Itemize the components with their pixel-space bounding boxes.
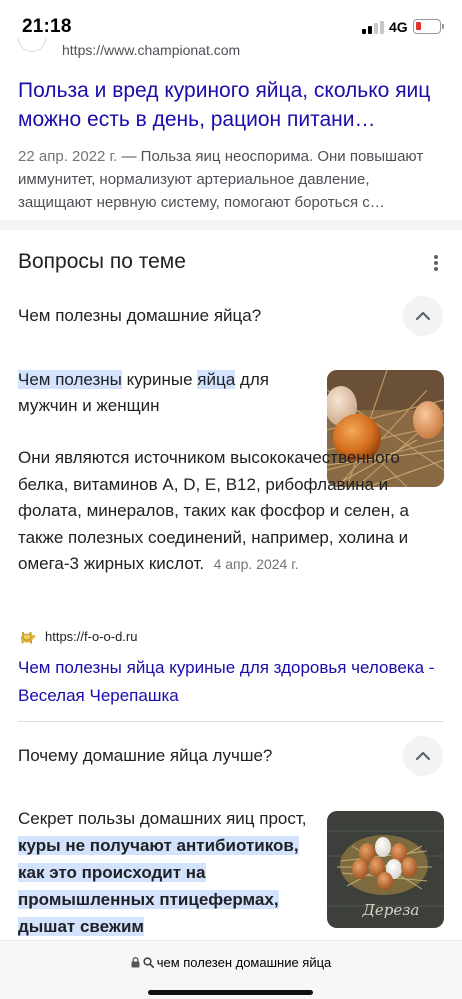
- answer-body: Они являются источником высококачественн…: [18, 445, 418, 578]
- site-favicon-icon: [18, 38, 46, 52]
- source-title-link[interactable]: Чем полезны яйца куриные для здоровья че…: [18, 654, 438, 710]
- chevron-up-icon: [415, 311, 431, 321]
- paa-question-text: Почему домашние яйца лучше?: [18, 746, 273, 765]
- chevron-up-icon: [415, 751, 431, 761]
- source-url: https://f-o-o-d.ru: [45, 629, 138, 644]
- eggs-nest-thumbnail[interactable]: Дереза: [327, 811, 444, 928]
- answer-date: 4 апр. 2024 г.: [213, 556, 299, 572]
- address-bar[interactable]: чем полезен домашние яйца: [0, 955, 462, 970]
- result-title-link[interactable]: Польза и вред куриного яйца, сколько яиц…: [18, 76, 438, 134]
- answer-heading: Чем полезны куриные яйца для мужчин и же…: [18, 367, 318, 419]
- section-divider: [0, 220, 462, 230]
- more-options-icon[interactable]: [430, 253, 442, 273]
- collapse-button[interactable]: [403, 296, 443, 336]
- collapse-button[interactable]: [403, 736, 443, 776]
- lock-icon: [131, 957, 140, 968]
- answer-text: Секрет пользы домашних яиц прост,: [18, 809, 307, 828]
- paa-header: Вопросы по теме: [18, 250, 186, 273]
- turtle-favicon-icon: [21, 632, 36, 644]
- answer-body-2: Секрет пользы домашних яиц прост, куры н…: [18, 805, 308, 940]
- question-divider: [18, 721, 444, 722]
- answer-text: Они являются источником высококачественн…: [18, 448, 410, 573]
- result-date: 22 апр. 2022 г.: [18, 148, 118, 165]
- address-text: чем полезен домашние яйца: [156, 955, 332, 970]
- signal-icon: [362, 21, 384, 34]
- battery-cap: [442, 24, 444, 29]
- battery-icon: [413, 19, 441, 34]
- highlight-span: Чем полезны: [18, 370, 122, 389]
- result-source[interactable]: https://www.championat.com: [18, 38, 438, 60]
- highlight-span: яйца: [197, 370, 236, 389]
- image-watermark: Дереза: [362, 901, 420, 919]
- highlight-span: куры не получают антибиотиков, как это п…: [18, 836, 299, 936]
- paa-question-text: Чем полезны домашние яйца?: [18, 306, 262, 325]
- network-label: 4G: [389, 19, 408, 35]
- heading-text: куриные: [121, 370, 198, 389]
- paa-question-1[interactable]: Чем полезны домашние яйца?: [0, 296, 462, 364]
- result-url: https://www.championat.com: [62, 42, 241, 58]
- status-time: 21:18: [22, 16, 72, 37]
- search-icon: [143, 957, 154, 968]
- paa-question-2[interactable]: Почему домашние яйца лучше?: [0, 736, 462, 804]
- home-indicator[interactable]: [148, 990, 313, 995]
- browser-bottom-bar: чем полезен домашние яйца: [0, 940, 462, 999]
- result-snippet: 22 апр. 2022 г. — Польза яиц неоспорима.…: [18, 145, 428, 214]
